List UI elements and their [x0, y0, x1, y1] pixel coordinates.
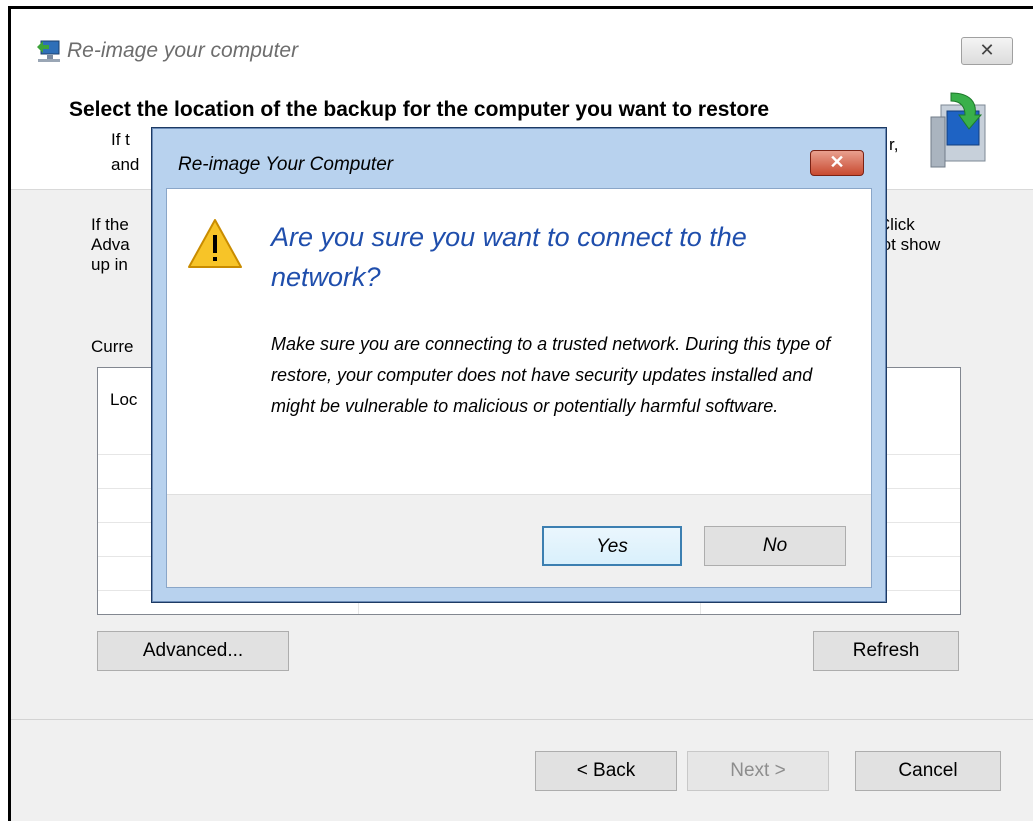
footer-divider — [11, 719, 1033, 720]
computer-restore-icon — [37, 40, 60, 62]
header-subtext-line2: and — [111, 155, 140, 174]
list-column-header: Loc — [110, 390, 138, 409]
body-text-line2: Adva — [91, 235, 130, 254]
next-button[interactable]: Next > — [687, 751, 829, 791]
close-icon: ✕ — [829, 152, 845, 172]
dialog-heading: Are you sure you want to connect to the … — [271, 222, 747, 292]
cancel-button[interactable]: Cancel — [855, 751, 1001, 791]
yes-button[interactable]: Yes — [542, 526, 682, 566]
close-icon: ✕ — [979, 40, 995, 60]
current-time-label: Curre — [91, 337, 134, 356]
header-subtext-line1: If t — [111, 130, 130, 149]
body-text-line1: If the — [91, 215, 129, 234]
dialog-content: Are you sure you want to connect to the … — [166, 188, 872, 588]
computer-backup-icon — [930, 92, 986, 168]
back-button[interactable]: < Back — [535, 751, 677, 791]
window-title: Re-image your computer — [67, 39, 299, 62]
reimage-window: Re-image your computer ✕ Select the loca… — [8, 6, 1033, 821]
warning-icon — [188, 219, 242, 268]
dialog-title: Re-image Your Computer — [178, 154, 394, 175]
window-titlebar: Re-image your computer ✕ — [11, 9, 1033, 87]
header-subtext-right: r, — [889, 135, 899, 154]
dialog-close-button[interactable]: ✕ — [810, 150, 864, 176]
page-title: Select the location of the backup for th… — [69, 98, 770, 121]
body-text-line3: up in — [91, 255, 128, 274]
dialog-message: Make sure you are connecting to a truste… — [271, 334, 831, 416]
window-close-button[interactable]: ✕ — [961, 37, 1013, 65]
no-button[interactable]: No — [704, 526, 846, 566]
dialog-footer: Yes No — [167, 494, 871, 587]
advanced-button[interactable]: Advanced... — [97, 631, 289, 671]
refresh-button[interactable]: Refresh — [813, 631, 959, 671]
confirm-network-dialog: Re-image Your Computer ✕ Are you sure yo… — [151, 127, 887, 603]
